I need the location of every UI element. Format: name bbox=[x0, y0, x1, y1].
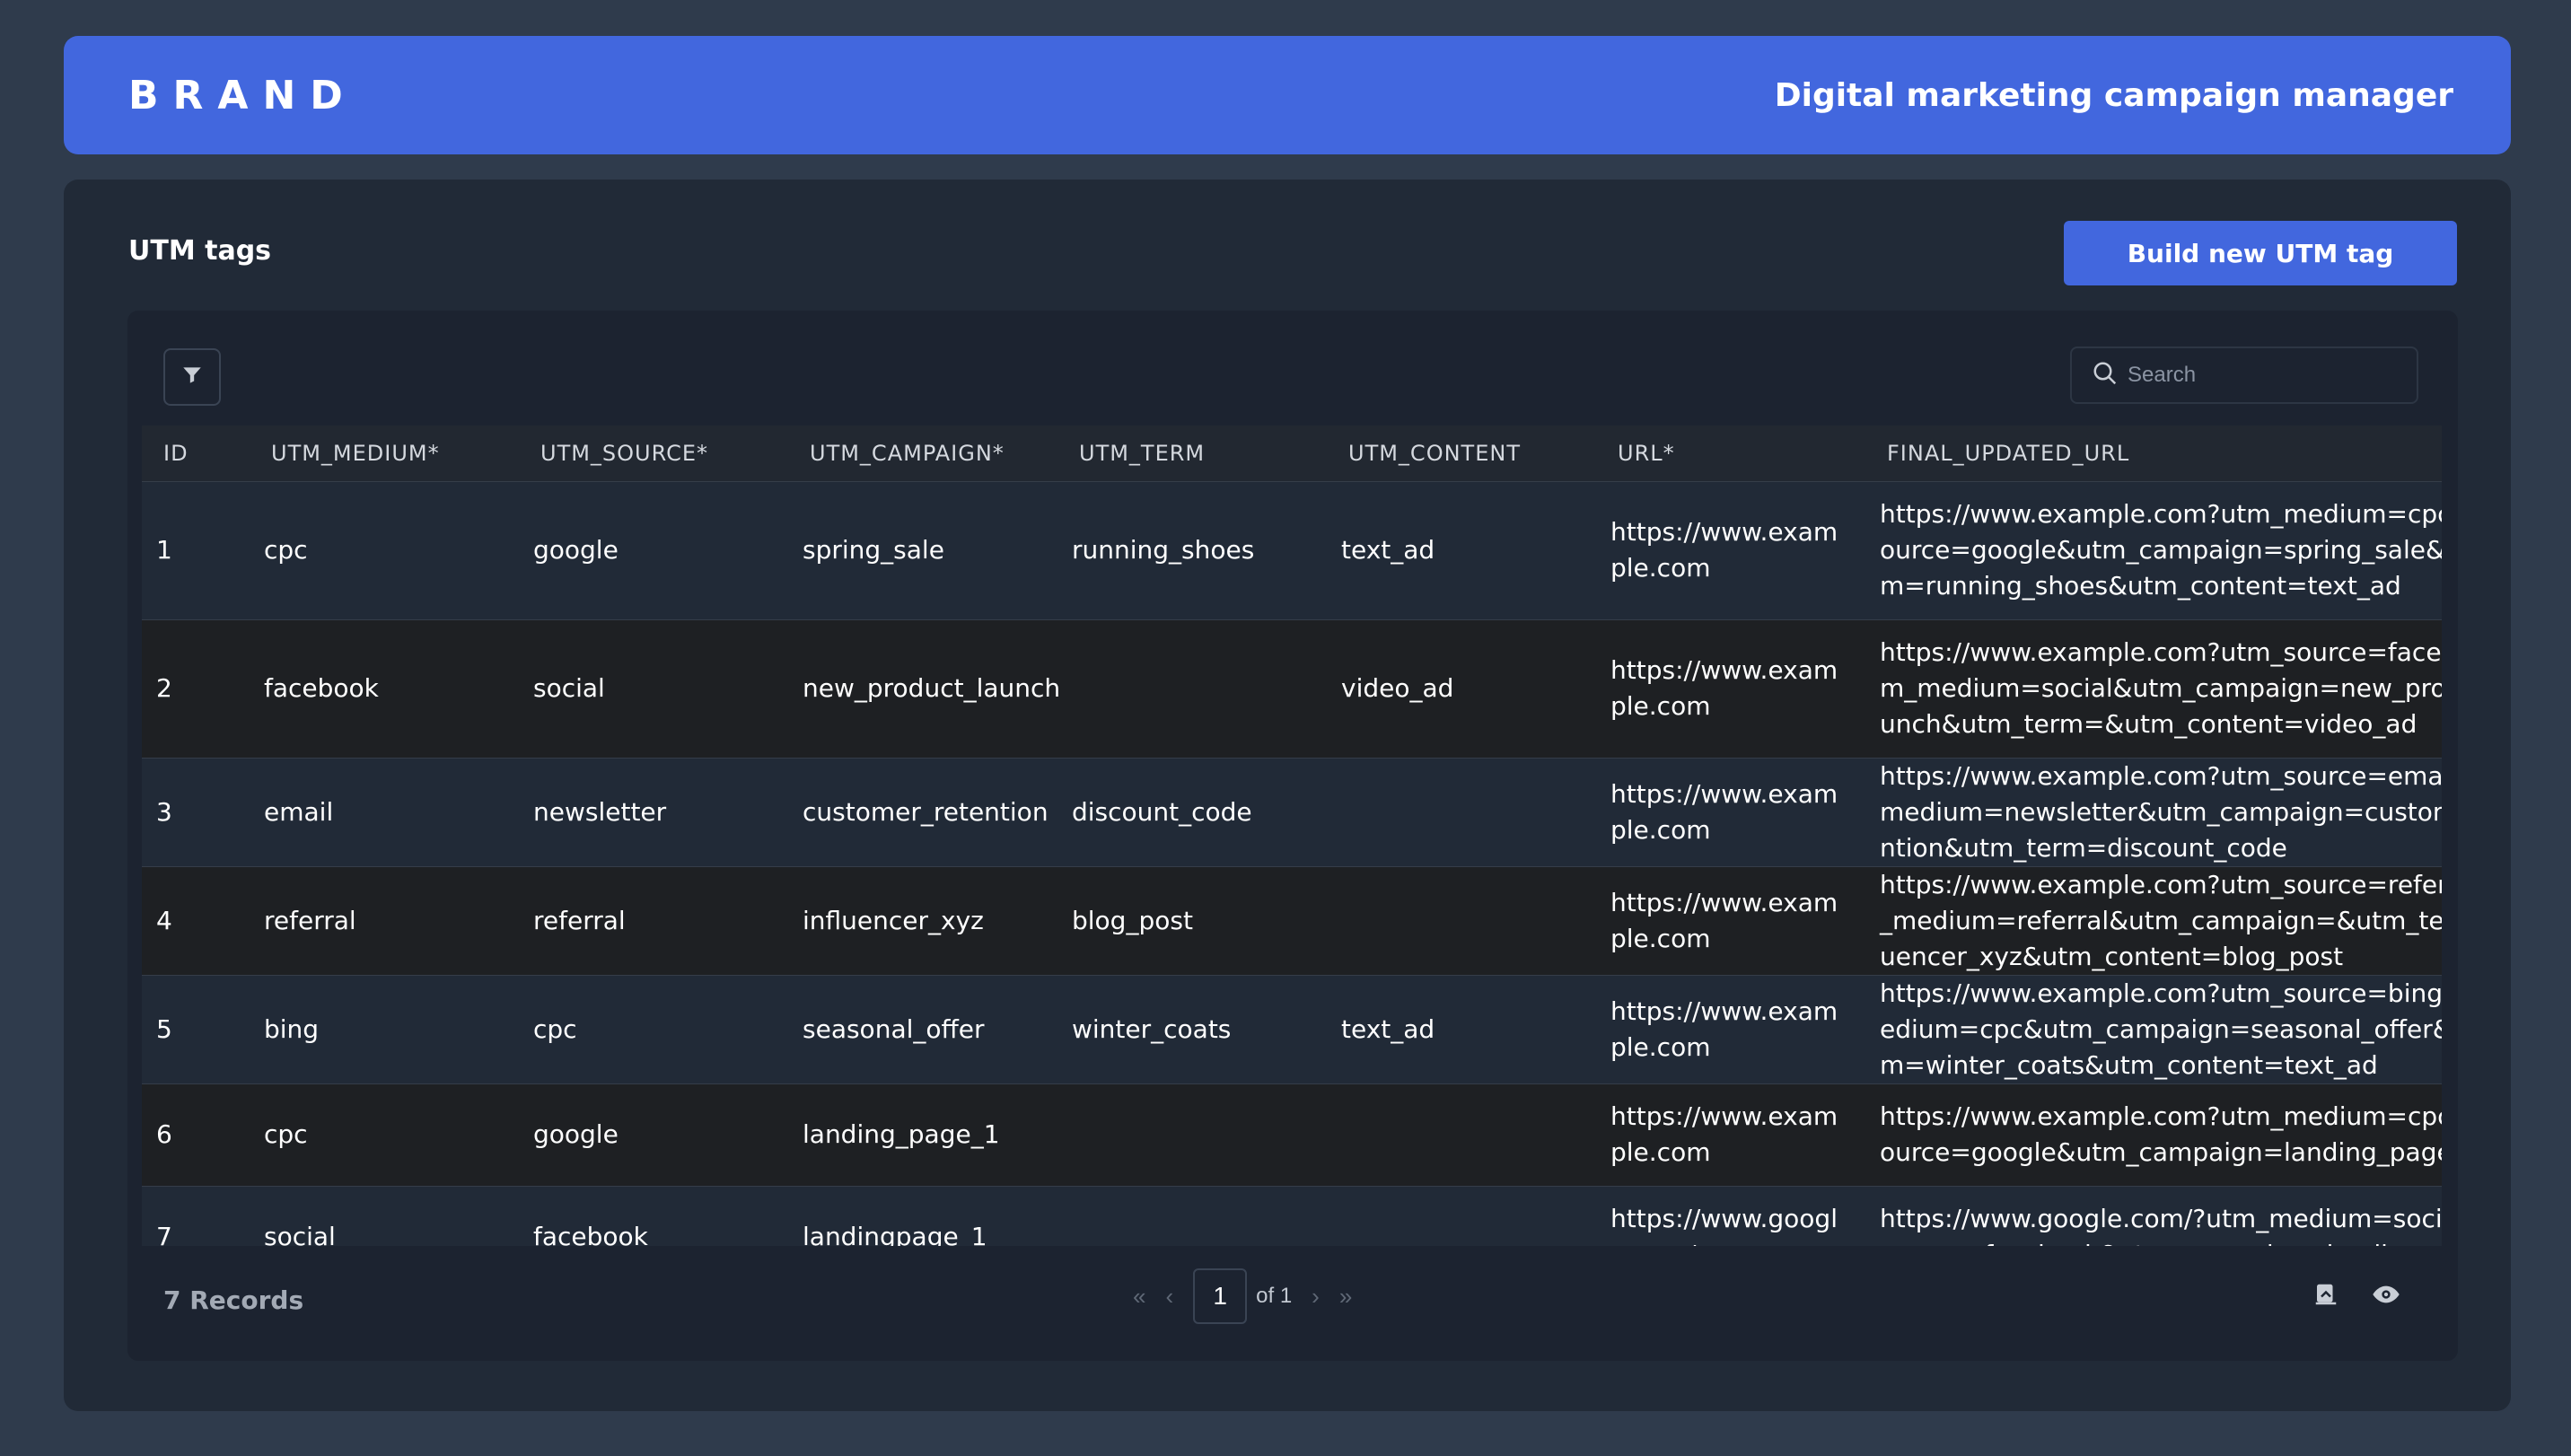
cell-url: https://www.example.com bbox=[1596, 618, 1865, 758]
col-header-final-url[interactable]: FINAL_UPDATED_URL bbox=[1865, 425, 2442, 481]
first-page-button[interactable]: « bbox=[1133, 1283, 1145, 1311]
cell-utm-source: google bbox=[519, 1083, 788, 1186]
cell-url: https://www.example.com bbox=[1596, 1083, 1865, 1186]
cell-id: 2 bbox=[142, 618, 250, 758]
cell-id: 3 bbox=[142, 757, 250, 866]
cell-final-url: https://www.google.com/?utm_medium=socia… bbox=[1865, 1185, 2442, 1246]
col-header-utm-campaign[interactable]: UTM_CAMPAIGN* bbox=[788, 425, 1057, 481]
col-header-utm-content[interactable]: UTM_CONTENT bbox=[1327, 425, 1596, 481]
cell-final-url: https://www.example.com?utm_source=faceb… bbox=[1865, 618, 2442, 758]
cell-utm-medium: facebook bbox=[250, 618, 519, 758]
cell-utm-content bbox=[1327, 757, 1596, 866]
page-number-input[interactable]: 1 bbox=[1193, 1268, 1248, 1324]
cell-utm-campaign: spring_sale bbox=[788, 480, 1057, 619]
build-utm-button[interactable]: Build new UTM tag bbox=[2064, 221, 2457, 285]
records-count: 7 Records bbox=[163, 1285, 304, 1315]
cell-utm-term: running_shoes bbox=[1057, 480, 1327, 619]
search-input[interactable] bbox=[2128, 363, 2397, 388]
cell-utm-medium: email bbox=[250, 757, 519, 866]
cell-utm-campaign: new_product_launch bbox=[788, 618, 1060, 758]
cell-utm-content bbox=[1327, 1083, 1596, 1186]
col-header-utm-medium[interactable]: UTM_MEDIUM* bbox=[250, 425, 519, 481]
cell-utm-source: google bbox=[519, 480, 788, 619]
table-header: ID UTM_MEDIUM* UTM_SOURCE* UTM_CAMPAIGN*… bbox=[142, 425, 2442, 481]
page-total: of 1 bbox=[1256, 1284, 1293, 1308]
cell-utm-content: video_ad bbox=[1327, 618, 1596, 758]
cell-utm-medium: referral bbox=[250, 865, 519, 975]
cell-utm-term bbox=[1057, 1185, 1327, 1246]
pagination: « ‹ 1 of 1 › » bbox=[1133, 1267, 1352, 1325]
col-header-utm-term[interactable]: UTM_TERM bbox=[1057, 425, 1327, 481]
table-row[interactable]: 1 cpc google spring_sale running_shoes t… bbox=[142, 480, 2442, 619]
table-row[interactable]: 3 email newsletter customer_retention di… bbox=[142, 757, 2442, 866]
app-header: BRAND Digital marketing campaign manager bbox=[64, 36, 2511, 154]
cell-url: https://www.google.com/ bbox=[1596, 1185, 1865, 1246]
cell-id: 4 bbox=[142, 865, 250, 975]
cell-utm-medium: social bbox=[250, 1185, 519, 1246]
last-page-button[interactable]: » bbox=[1339, 1283, 1352, 1311]
cell-utm-content: text_ad bbox=[1327, 480, 1596, 619]
cell-utm-term: winter_coats bbox=[1057, 974, 1327, 1083]
cell-utm-campaign: seasonal_offer bbox=[788, 974, 1057, 1083]
cell-utm-term bbox=[1057, 1083, 1327, 1186]
cell-utm-source: newsletter bbox=[519, 757, 788, 866]
cell-utm-content bbox=[1327, 865, 1596, 975]
cell-utm-campaign: customer_retention bbox=[788, 757, 1057, 866]
cell-final-url: https://www.example.com?utm_medium=cpc&u… bbox=[1865, 480, 2442, 619]
col-header-id[interactable]: ID bbox=[142, 425, 250, 481]
cell-url: https://www.example.com bbox=[1596, 865, 1865, 975]
table-row[interactable]: 5 bing cpc seasonal_offer winter_coats t… bbox=[142, 974, 2442, 1083]
table-card: ID UTM_MEDIUM* UTM_SOURCE* UTM_CAMPAIGN*… bbox=[127, 311, 2458, 1361]
utm-panel: UTM tags Build new UTM tag ID bbox=[64, 180, 2511, 1411]
cell-url: https://www.example.com bbox=[1596, 757, 1865, 866]
cell-utm-campaign: landingpage_1 bbox=[788, 1185, 1057, 1246]
cell-utm-medium: bing bbox=[250, 974, 519, 1083]
cell-id: 5 bbox=[142, 974, 250, 1083]
cell-utm-term: blog_post bbox=[1057, 865, 1327, 975]
cell-url: https://www.example.com bbox=[1596, 974, 1865, 1083]
col-header-url[interactable]: URL* bbox=[1596, 425, 1865, 481]
cell-final-url: https://www.example.com?utm_source=email… bbox=[1865, 757, 2442, 866]
next-page-button[interactable]: › bbox=[1312, 1283, 1320, 1311]
cell-id: 1 bbox=[142, 480, 250, 619]
filter-icon bbox=[180, 364, 204, 391]
cell-utm-source: referral bbox=[519, 865, 788, 975]
cell-utm-content: text_ad bbox=[1327, 974, 1596, 1083]
cell-id: 7 bbox=[142, 1185, 250, 1246]
cell-utm-source: social bbox=[519, 618, 788, 758]
cell-utm-term bbox=[1057, 618, 1327, 758]
cell-final-url: https://www.example.com?utm_source=refer… bbox=[1865, 865, 2442, 975]
cell-utm-source: facebook bbox=[519, 1185, 788, 1246]
search-box[interactable] bbox=[2070, 346, 2418, 404]
utm-table: ID UTM_MEDIUM* UTM_SOURCE* UTM_CAMPAIGN*… bbox=[142, 425, 2442, 1246]
cell-utm-campaign: influencer_xyz bbox=[788, 865, 1057, 975]
table-row[interactable]: 4 referral referral influencer_xyz blog_… bbox=[142, 865, 2442, 975]
page-title: UTM tags bbox=[128, 235, 272, 267]
app-title: Digital marketing campaign manager bbox=[1774, 76, 2453, 114]
brand-logo[interactable]: BRAND bbox=[128, 73, 357, 118]
eye-icon[interactable] bbox=[2372, 1280, 2400, 1313]
cell-utm-campaign: landing_page_1 bbox=[788, 1083, 1057, 1186]
cell-id: 6 bbox=[142, 1083, 250, 1186]
table-row[interactable]: 6 cpc google landing_page_1 https://www.… bbox=[142, 1083, 2442, 1186]
cell-url: https://www.example.com bbox=[1596, 480, 1865, 619]
table-row[interactable]: 7 social facebook landingpage_1 https://… bbox=[142, 1185, 2442, 1246]
cell-utm-term: discount_code bbox=[1057, 757, 1327, 866]
search-icon bbox=[2092, 360, 2119, 391]
footer-actions bbox=[2312, 1280, 2400, 1313]
cell-final-url: https://www.example.com?utm_source=bing&… bbox=[1865, 974, 2442, 1083]
filter-button[interactable] bbox=[163, 348, 221, 406]
export-icon[interactable] bbox=[2312, 1281, 2339, 1312]
cell-utm-medium: cpc bbox=[250, 480, 519, 619]
table-row[interactable]: 2 facebook social new_product_launch vid… bbox=[142, 618, 2442, 758]
col-header-utm-source[interactable]: UTM_SOURCE* bbox=[519, 425, 788, 481]
cell-utm-medium: cpc bbox=[250, 1083, 519, 1186]
cell-utm-content bbox=[1327, 1185, 1596, 1246]
cell-final-url: https://www.example.com?utm_medium=cpc&u… bbox=[1865, 1083, 2442, 1186]
prev-page-button[interactable]: ‹ bbox=[1165, 1283, 1173, 1311]
cell-utm-source: cpc bbox=[519, 974, 788, 1083]
